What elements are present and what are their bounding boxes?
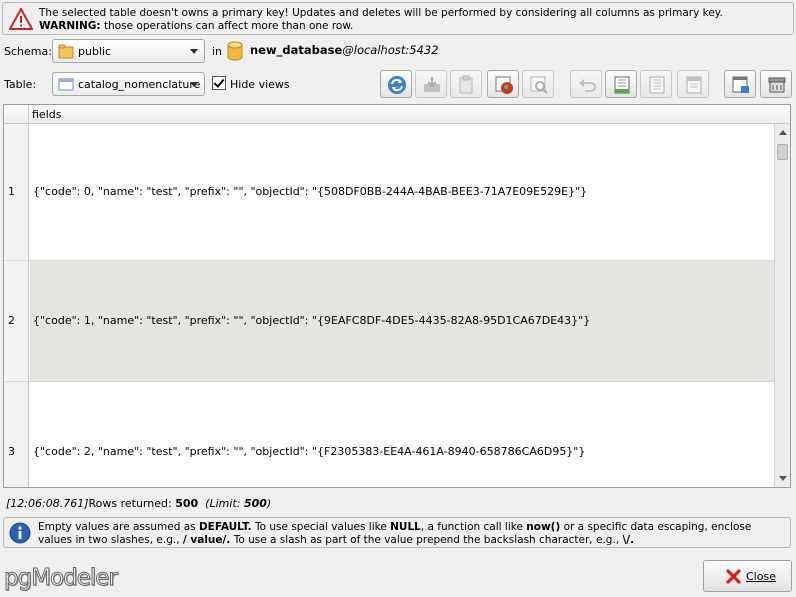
add-row-button[interactable]	[605, 70, 637, 98]
paste-icon	[459, 75, 473, 94]
table-cell[interactable]: {"code": 0, "name": "test", "prefix": ""…	[30, 124, 775, 260]
scroll-thumb[interactable]	[777, 144, 788, 160]
info-banner: Empty values are assumed as DEFAULT. To …	[3, 517, 791, 548]
delete-row-icon	[686, 76, 702, 94]
close-button-label: Close	[746, 570, 776, 583]
warning-icon	[9, 8, 33, 30]
refresh-icon	[388, 76, 406, 94]
hide-views-label: Hide views	[230, 78, 290, 91]
window-icon	[732, 76, 749, 93]
grid-corner[interactable]	[4, 105, 29, 124]
schema-combo[interactable]: public	[52, 39, 205, 63]
paste-button[interactable]	[450, 70, 482, 98]
vertical-scrollbar[interactable]	[774, 124, 790, 487]
schema-value: public	[78, 45, 112, 58]
duplicate-row-button[interactable]	[640, 70, 672, 98]
results-grid[interactable]: fields 1 {"code": 0, "name": "test", "pr…	[3, 104, 791, 488]
warning-banner: The selected table doesn't owns a primar…	[2, 2, 794, 35]
table-icon	[58, 78, 74, 91]
chevron-down-icon	[190, 49, 198, 54]
status-line: [12:06:08.761]Rows returned: 500 (Limit:…	[6, 497, 272, 510]
table-value: catalog_nomenclature	[78, 78, 201, 91]
table-combo[interactable]: catalog_nomenclature	[52, 72, 205, 96]
undo-button[interactable]	[570, 70, 602, 98]
table-label: Table:	[4, 78, 37, 91]
column-header-fields[interactable]: fields	[32, 108, 61, 121]
in-label: in	[212, 45, 223, 58]
save-icon	[424, 77, 440, 92]
refresh-button[interactable]	[380, 70, 412, 98]
truncate-button[interactable]	[760, 70, 792, 98]
table-cell[interactable]: {"code": 2, "name": "test", "prefix": ""…	[30, 382, 775, 487]
export-icon	[495, 76, 513, 94]
new-window-button[interactable]	[724, 70, 756, 98]
table-cell[interactable]: {"code": 1, "name": "test", "prefix": ""…	[30, 261, 775, 381]
table-row[interactable]: 2 {"code": 1, "name": "test", "prefix": …	[4, 261, 775, 382]
truncate-icon	[768, 77, 786, 93]
duplicate-row-icon	[649, 76, 665, 94]
filter-icon	[530, 76, 548, 94]
add-row-icon	[614, 76, 630, 94]
scroll-down-icon[interactable]	[779, 476, 787, 481]
save-changes-button[interactable]	[415, 70, 447, 98]
grid-header: fields	[4, 105, 790, 124]
hide-views-checkbox[interactable]	[212, 76, 226, 90]
export-button[interactable]	[487, 70, 519, 98]
table-row[interactable]: 3 {"code": 2, "name": "test", "prefix": …	[4, 382, 775, 487]
filter-button[interactable]	[522, 70, 554, 98]
row-number[interactable]: 1	[4, 124, 29, 260]
schema-label: Schema:	[4, 45, 52, 58]
info-icon	[9, 522, 31, 544]
pgmodeler-logo: pgModeler	[4, 565, 119, 592]
scroll-up-icon[interactable]	[779, 130, 787, 135]
info-text: Empty values are assumed as DEFAULT. To …	[38, 521, 752, 546]
close-button[interactable]: Close	[703, 560, 792, 592]
chevron-down-icon	[190, 82, 198, 87]
warning-text: The selected table doesn't owns a primar…	[39, 7, 723, 32]
delete-row-button[interactable]	[677, 70, 709, 98]
row-number[interactable]: 2	[4, 261, 29, 381]
schema-icon	[58, 44, 74, 59]
close-icon	[726, 569, 741, 584]
row-number[interactable]: 3	[4, 382, 29, 487]
table-row[interactable]: 1 {"code": 0, "name": "test", "prefix": …	[4, 124, 775, 261]
database-connection: new_database@localhost:5432	[250, 43, 439, 57]
undo-icon	[579, 79, 596, 92]
database-icon	[227, 41, 243, 61]
